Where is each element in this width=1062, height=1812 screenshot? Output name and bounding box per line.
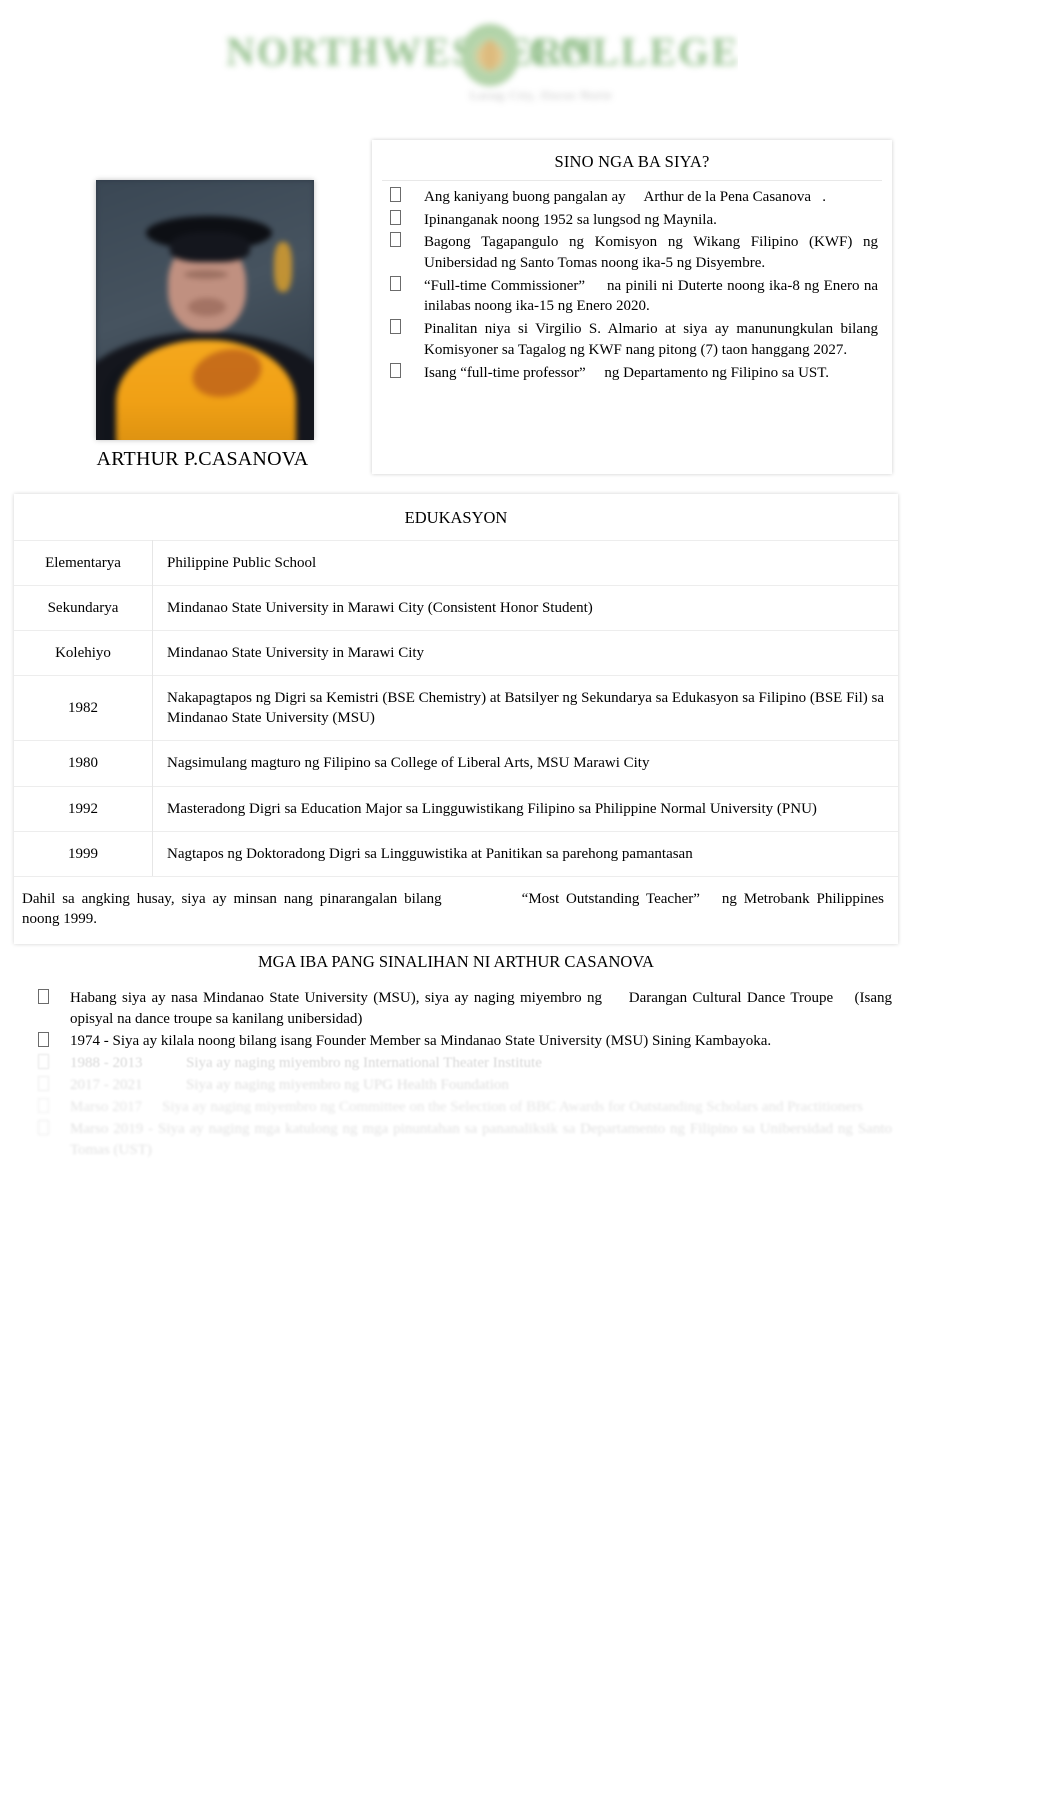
list-item-faded: Marso 2017 Siya ay naging miyembro ng Com… [20,1097,892,1118]
bullet-box-icon [38,1076,49,1091]
list-item-text: Ipinanganak noong 1952 sa lungsod ng May… [424,211,717,228]
list-item-text: Ang kaniyang buong pangalan ay Arthur de… [424,189,826,205]
other-affiliations-title: MGA IBA PANG SINALIHAN NI ARTHUR CASANOV… [258,952,654,971]
faded-text: Marso 2019 - Siya ay naging mga katulong… [70,1121,892,1158]
bullet-box-icon [390,232,401,248]
about-bullet-list: Ang kaniyang buong pangalan ay Arthur de… [372,187,892,397]
list-item: Bagong Tagapangulo ng Komisyon ng Wikang… [380,232,878,273]
list-item-text: Bagong Tagapangulo ng Komisyon ng Wikang… [424,234,878,272]
table-cell-key: Kolehiyo [14,630,153,676]
faded-text: Siya ay naging miyembro ng Committee on … [162,1099,864,1115]
photo-cap-crown [170,232,250,262]
table-row: Sekundarya Mindanao State University in … [14,585,898,631]
list-item-faded: 2017 - 2021 Siya ay naging miyembro ng UP… [20,1075,892,1096]
table-cell-value: Mindanao State University in Marawi City [152,630,898,676]
bullet-box-icon [38,1098,49,1113]
table-cell-value: Masteradong Digri sa Education Major sa … [152,785,898,832]
table-cell-key: 1999 [14,830,153,876]
education-award-note: Dahil sa angking husay, siya ay minsan n… [14,875,898,944]
logo-word-right: COLLEGE [528,29,738,74]
bullet-box-icon [390,362,401,378]
bullet-box-icon [390,187,401,202]
bullet-box-icon [390,319,401,335]
photo-tassel [274,242,292,292]
bullet-box-icon [38,1054,49,1069]
college-seal-icon [461,24,519,86]
table-row: 1999 Nagtapos ng Doktoradong Digri sa Li… [14,830,898,876]
table-row: 1980 Nagsimulang magturo ng Filipino sa … [14,740,898,787]
table-cell-key: 1992 [14,785,153,832]
list-item: Habang siya ay nasa Mindanao State Unive… [20,988,892,1030]
bullet-box-icon [390,275,401,291]
table-row: 1982 Nakapagtapos ng Digri sa Kemistri (… [14,675,898,741]
table-cell-key: 1980 [14,740,153,787]
list-item-faded: Marso 2019 - Siya ay naging mga katulong… [20,1119,892,1161]
table-row: 1992 Masteradong Digri sa Education Majo… [14,785,898,832]
other-affiliations-list: Habang siya ay nasa Mindanao State Unive… [14,988,898,1161]
faded-years: 1988 - 2013 [70,1055,143,1071]
list-item: 1974 - Siya ay kilala noong bilang isang… [20,1031,892,1052]
list-item-text: Habang siya ay nasa Mindanao State Unive… [70,990,892,1027]
faded-years: 2017 - 2021 [70,1077,143,1093]
bullet-box-icon [38,1120,49,1135]
table-cell-key: Elementarya [14,539,153,586]
table-cell-key: Sekundarya [14,585,153,631]
list-item-text: Isang “full-time professor” ng Departame… [424,364,830,381]
profile-name: ARTHUR P.CASANOVA [96,448,309,470]
list-item-faded: 1988 - 2013 Siya ay naging miyembro ng In… [20,1053,892,1074]
table-cell-value: Mindanao State University in Marawi City… [152,585,898,631]
list-item: Isang “full-time professor” ng Departame… [380,362,878,384]
award-note-title: “Most Outstanding Teacher” [521,890,700,907]
college-logo-graphic: NORTHWESTERN COLLEGE Laoag City, Ilocos … [180,8,738,112]
list-item-text: “Full-time Commissioner” na pinili ni Du… [424,277,878,315]
list-item: Ipinanganak noong 1952 sa lungsod ng May… [380,209,878,231]
list-item-text: 1974 - Siya ay kilala noong bilang isang… [70,1033,772,1049]
list-item: “Full-time Commissioner” na pinili ni Du… [380,275,878,317]
education-table: Elementarya Philippine Public School Sek… [14,539,898,876]
bullet-box-icon [38,1032,49,1047]
table-cell-value: Philippine Public School [152,539,898,586]
about-panel-title: SINO NGA BA SIYA? [554,152,710,171]
bullet-box-icon [390,209,401,225]
table-cell-value: Nagsimulang magturo ng Filipino sa Colle… [152,740,898,787]
photo-brow [184,270,228,279]
list-item-text: Pinalitan niya si Virgilio S. Almario at… [424,321,878,358]
table-cell-value: Nagtapos ng Doktoradong Digri sa Lingguw… [152,830,898,876]
faded-text: Siya ay naging miyembro ng UPG Health Fo… [186,1077,509,1093]
college-logo-header: NORTHWESTERN COLLEGE Laoag City, Ilocos … [180,8,738,112]
list-item: Pinalitan niya si Virgilio S. Almario at… [380,319,878,360]
bullet-box-icon [38,989,49,1004]
list-item: Ang kaniyang buong pangalan ay Arthur de… [380,187,878,208]
faded-text: Siya ay naging miyembro ng International… [186,1055,542,1071]
table-cell-value: Nakapagtapos ng Digri sa Kemistri (BSE C… [152,675,898,741]
about-panel: SINO NGA BA SIYA? Ang kaniyang buong pan… [372,140,892,474]
table-row: Elementarya Philippine Public School [14,539,898,586]
education-title: EDUKASYON [404,508,508,527]
logo-subtitle: Laoag City, Ilocos Norte [470,88,613,102]
faded-years: Marso 2017 [70,1099,143,1115]
profile-photo [96,180,314,440]
table-cell-key: 1982 [14,675,153,741]
photo-mouth [188,298,226,316]
award-note-prefix: Dahil sa angking husay, siya ay minsan n… [22,890,442,907]
education-panel: EDUKASYON Elementarya Philippine Public … [14,494,898,944]
about-panel-divider [382,180,882,181]
table-row: Kolehiyo Mindanao State University in Ma… [14,630,898,676]
other-affiliations-panel: MGA IBA PANG SINALIHAN NI ARTHUR CASANOV… [14,946,898,1162]
